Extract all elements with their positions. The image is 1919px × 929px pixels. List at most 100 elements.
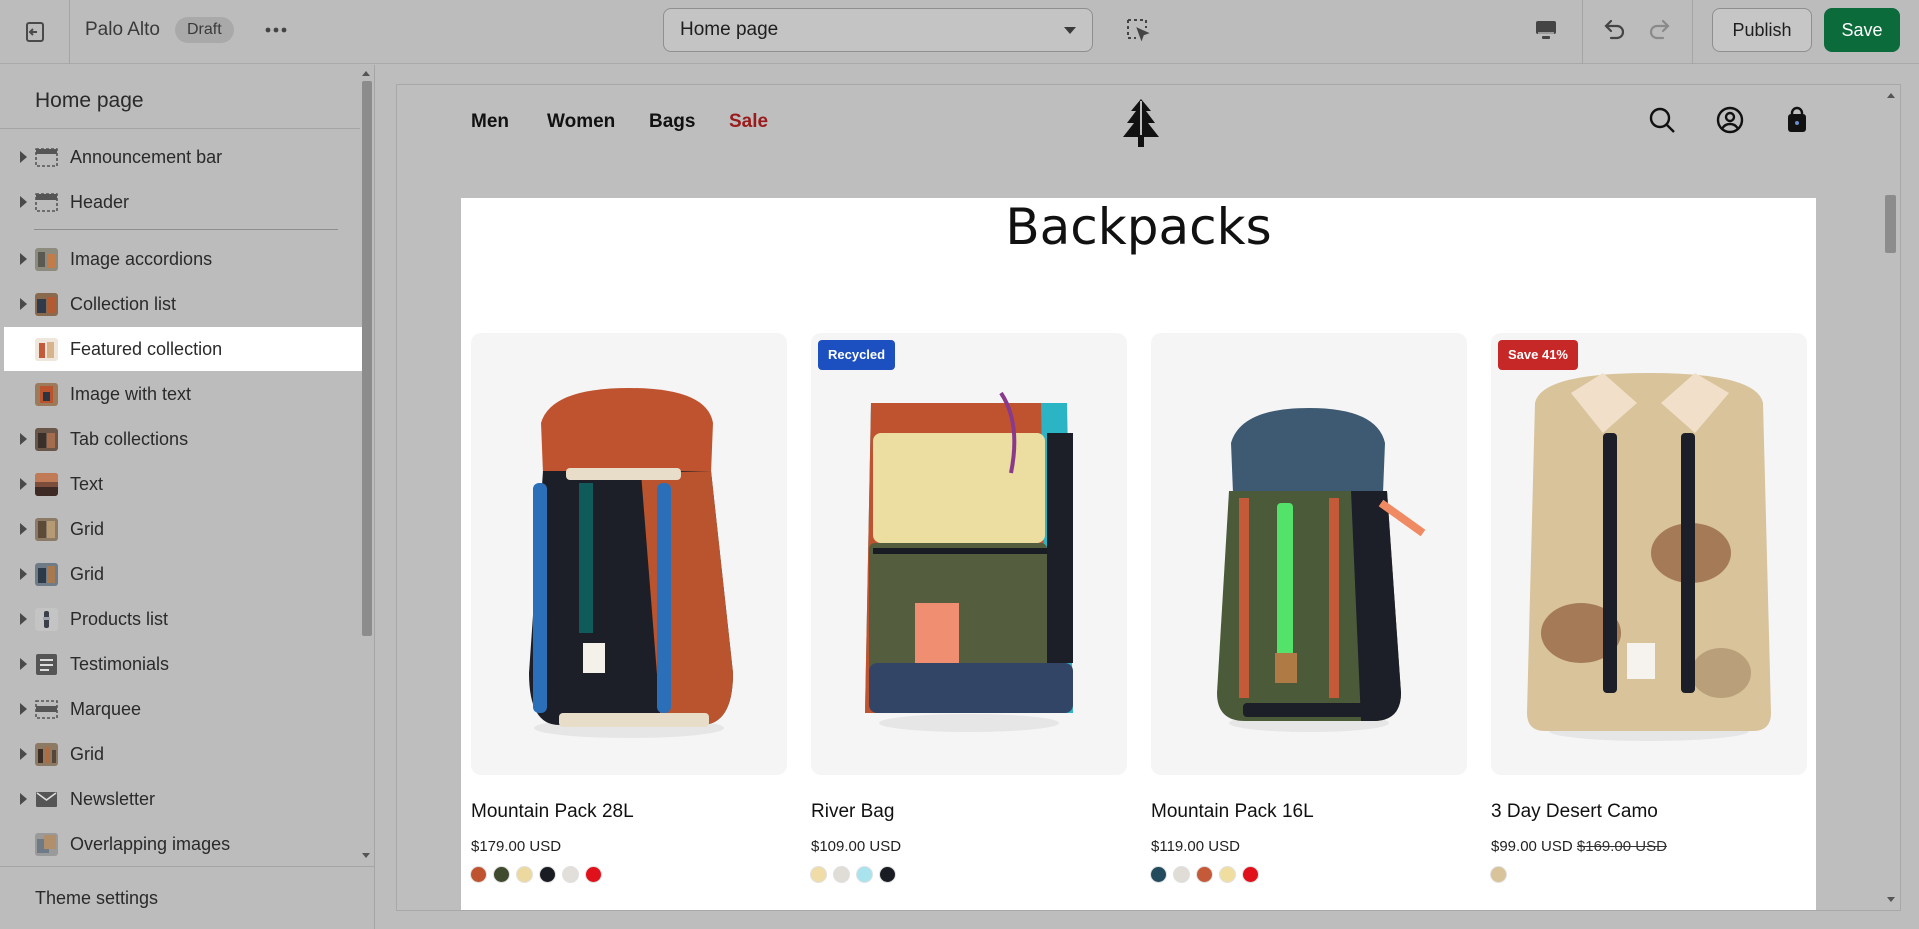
scroll-up-icon[interactable]: [1887, 93, 1895, 98]
product-image[interactable]: Recycled: [811, 333, 1127, 775]
sidebar-item-grid[interactable]: Grid: [4, 552, 364, 596]
scroll-down-icon[interactable]: [1887, 897, 1895, 902]
search-button[interactable]: [1645, 103, 1679, 137]
exit-button[interactable]: [0, 0, 70, 64]
status-badge: Draft: [175, 17, 234, 43]
desktop-icon: [1536, 21, 1556, 39]
expand-arrow-icon[interactable]: [20, 196, 27, 208]
color-swatch[interactable]: [834, 867, 849, 882]
color-swatch[interactable]: [471, 867, 486, 882]
sidebar-item-grid[interactable]: Grid: [4, 507, 364, 551]
product-image[interactable]: [1151, 333, 1467, 775]
expand-arrow-icon[interactable]: [20, 568, 27, 580]
theme-settings-link[interactable]: Theme settings: [0, 866, 375, 929]
featured-collection-section[interactable]: Backpacks Mountain Pack 28L $179.00 USD …: [461, 198, 1816, 910]
color-swatch[interactable]: [586, 867, 601, 882]
expand-arrow-icon[interactable]: [20, 523, 27, 535]
nav-link-men[interactable]: Men: [471, 111, 509, 133]
device-preview-button[interactable]: [1528, 12, 1564, 48]
product-name[interactable]: Mountain Pack 16L: [1151, 801, 1314, 823]
toolbar-divider: [1582, 0, 1583, 64]
expand-arrow-icon[interactable]: [20, 703, 27, 715]
sidebar-scrollbar-thumb[interactable]: [362, 81, 372, 636]
sidebar-item-featured-collection[interactable]: Featured collection: [4, 327, 364, 371]
image-thumb-icon: [35, 833, 58, 856]
color-swatch[interactable]: [1197, 867, 1212, 882]
nav-link-women[interactable]: Women: [547, 111, 615, 133]
color-swatch[interactable]: [1491, 867, 1506, 882]
expand-arrow-icon[interactable]: [20, 613, 27, 625]
expand-arrow-icon[interactable]: [20, 253, 27, 265]
color-swatch[interactable]: [1174, 867, 1189, 882]
inspector-button[interactable]: [1122, 14, 1154, 46]
color-swatch[interactable]: [811, 867, 826, 882]
save-button[interactable]: Save: [1824, 8, 1900, 52]
expand-arrow-icon[interactable]: [20, 793, 27, 805]
color-swatches: [1151, 867, 1266, 882]
color-swatch[interactable]: [494, 867, 509, 882]
expand-arrow-icon[interactable]: [20, 748, 27, 760]
color-swatch[interactable]: [1220, 867, 1235, 882]
preview-scrollbar-thumb[interactable]: [1885, 195, 1896, 253]
image-thumb-icon: [35, 338, 58, 361]
price-value: $109.00 USD: [811, 838, 902, 855]
sidebar-item-label: Testimonials: [70, 654, 170, 674]
editor-topbar: Palo Alto Draft Home page Publish Save: [0, 0, 1919, 64]
sidebar-item-tab-collections[interactable]: Tab collections: [4, 417, 364, 461]
sidebar-item-image-accordions[interactable]: Image accordions: [4, 237, 364, 281]
sidebar-item-testimonials[interactable]: Testimonials: [4, 642, 364, 686]
color-swatch[interactable]: [857, 867, 872, 882]
sidebar-item-text[interactable]: Text: [4, 462, 364, 506]
sidebar-item-overlapping-images[interactable]: Overlapping images: [4, 822, 364, 866]
publish-button[interactable]: Publish: [1712, 8, 1812, 52]
compare-price: $169.00 USD: [1576, 838, 1667, 855]
scroll-down-icon[interactable]: [362, 853, 370, 858]
search-icon: [1649, 107, 1675, 133]
color-swatch[interactable]: [517, 867, 532, 882]
sidebar-item-marquee[interactable]: Marquee: [4, 687, 364, 731]
mail-icon: [35, 788, 58, 811]
page-selector[interactable]: Home page: [663, 8, 1093, 52]
redo-icon: [1649, 19, 1670, 40]
sidebar-item-announcement-bar[interactable]: Announcement bar: [4, 135, 364, 179]
image-thumb-icon: [35, 743, 58, 766]
sidebar-item-label: Newsletter: [70, 789, 156, 809]
store-logo[interactable]: [1119, 97, 1163, 149]
color-swatches: [811, 867, 903, 882]
layout-header-icon: [35, 191, 58, 214]
account-button[interactable]: [1713, 103, 1747, 137]
expand-arrow-icon[interactable]: [20, 478, 27, 490]
sidebar-item-image-with-text[interactable]: Image with text: [4, 372, 364, 416]
product-image[interactable]: Save 41%: [1491, 333, 1807, 775]
product-name[interactable]: 3 Day Desert Camo: [1491, 801, 1658, 823]
color-swatch[interactable]: [563, 867, 578, 882]
sidebar-item-products-list[interactable]: Products list: [4, 597, 364, 641]
sidebar-item-grid[interactable]: Grid: [4, 732, 364, 776]
text-block-icon: [35, 653, 58, 676]
expand-arrow-icon[interactable]: [20, 658, 27, 670]
product-name[interactable]: River Bag: [811, 801, 894, 823]
undo-button[interactable]: [1596, 12, 1632, 48]
nav-link-sale[interactable]: Sale: [729, 111, 768, 133]
select-cursor-icon: [1127, 19, 1150, 42]
store-name: Palo Alto: [85, 19, 160, 40]
more-actions-button[interactable]: [260, 14, 292, 46]
cart-button[interactable]: [1780, 103, 1814, 137]
color-swatch[interactable]: [1151, 867, 1166, 882]
sidebar-item-label: Announcement bar: [70, 147, 223, 167]
sidebar-item-header[interactable]: Header: [4, 180, 364, 224]
expand-arrow-icon[interactable]: [20, 298, 27, 310]
sidebar-item-collection-list[interactable]: Collection list: [4, 282, 364, 326]
product-image[interactable]: [471, 333, 787, 775]
redo-button[interactable]: [1642, 12, 1678, 48]
color-swatch[interactable]: [1243, 867, 1258, 882]
expand-arrow-icon[interactable]: [20, 433, 27, 445]
scroll-up-icon[interactable]: [362, 71, 370, 76]
expand-arrow-icon[interactable]: [20, 151, 27, 163]
product-name[interactable]: Mountain Pack 28L: [471, 801, 634, 823]
color-swatch[interactable]: [540, 867, 555, 882]
nav-link-bags[interactable]: Bags: [649, 111, 695, 133]
color-swatch[interactable]: [880, 867, 895, 882]
sidebar-item-newsletter[interactable]: Newsletter: [4, 777, 364, 821]
sidebar-item-label: Grid: [70, 564, 105, 584]
